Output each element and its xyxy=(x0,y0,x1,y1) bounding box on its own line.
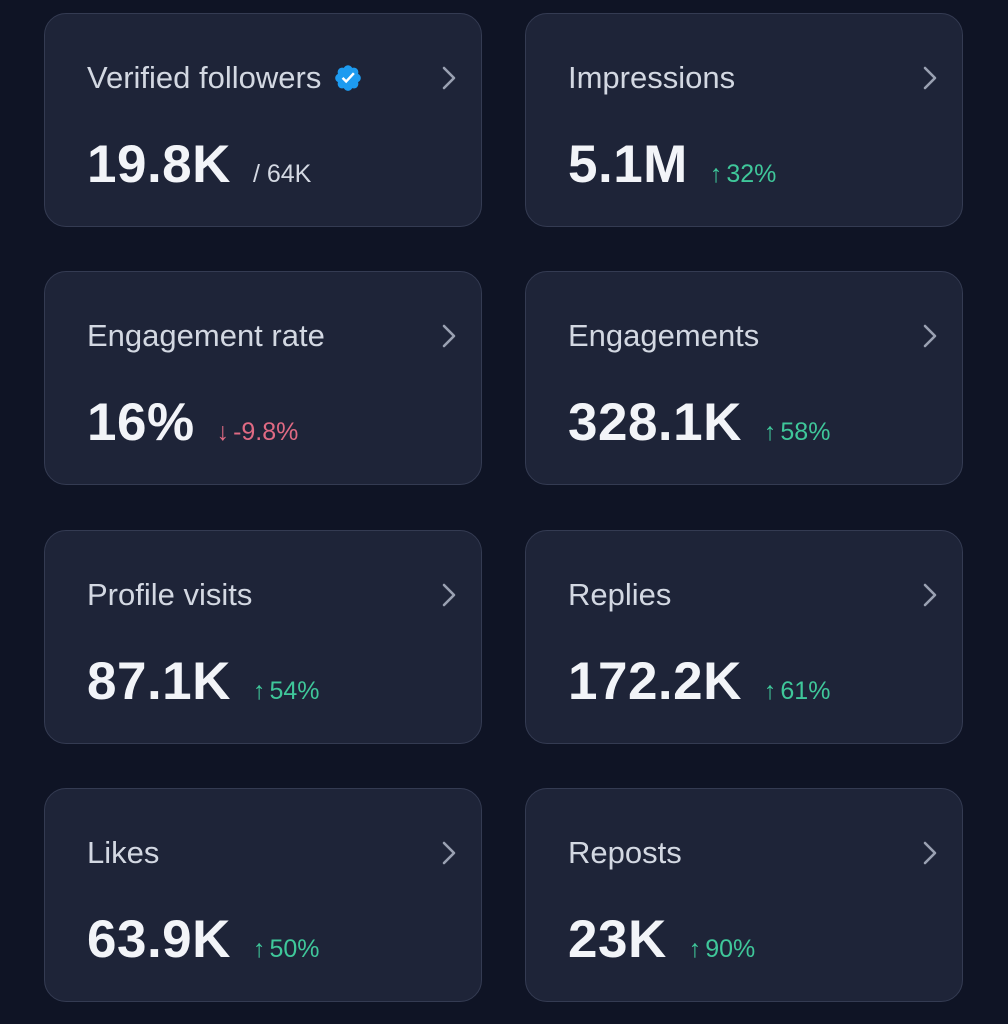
stat-card-engagement-rate[interactable]: Engagement rate 16% ↓ -9.8% xyxy=(44,271,482,485)
stat-value: 5.1M xyxy=(568,135,688,194)
stat-delta-value: 50% xyxy=(269,935,320,963)
card-value-row: 5.1M ↑ 32% xyxy=(568,132,776,198)
card-title: Verified followers xyxy=(87,60,322,95)
stat-delta: ↑ 50% xyxy=(253,935,320,964)
stat-value: 63.9K xyxy=(87,910,231,969)
stat-total: / 64K xyxy=(252,160,312,188)
chevron-right-icon[interactable] xyxy=(920,316,940,356)
chevron-right-icon[interactable] xyxy=(439,316,459,356)
stat-card-impressions[interactable]: Impressions 5.1M ↑ 32% xyxy=(525,13,963,227)
chevron-right-icon[interactable] xyxy=(439,575,459,615)
stat-delta: ↑ 58% xyxy=(764,418,831,447)
arrow-up-icon: ↑ xyxy=(252,935,266,963)
stat-delta-value: 32% xyxy=(726,160,777,188)
arrow-up-icon: ↑ xyxy=(688,935,702,963)
arrow-up-icon: ↑ xyxy=(763,418,777,446)
card-value-row: 63.9K ↑ 50% xyxy=(87,907,319,973)
stat-value: 23K xyxy=(568,910,667,969)
stat-delta: ↑ 32% xyxy=(710,160,777,189)
stat-delta-value: 61% xyxy=(780,677,831,705)
arrow-up-icon: ↑ xyxy=(763,677,777,705)
stat-delta-value: 58% xyxy=(780,418,831,446)
card-value-row: 19.8K / 64K xyxy=(87,132,311,198)
card-header: Reposts xyxy=(568,833,932,873)
arrow-down-icon: ↓ xyxy=(216,418,230,446)
chevron-right-icon[interactable] xyxy=(920,833,940,873)
arrow-up-icon: ↑ xyxy=(252,677,266,705)
stat-card-engagements[interactable]: Engagements 328.1K ↑ 58% xyxy=(525,271,963,485)
chevron-right-icon[interactable] xyxy=(920,58,940,98)
stat-value: 19.8K xyxy=(87,135,231,194)
card-title: Likes xyxy=(87,835,160,870)
verified-badge-icon xyxy=(333,63,363,93)
stat-card-likes[interactable]: Likes 63.9K ↑ 50% xyxy=(44,788,482,1002)
stat-value: 16% xyxy=(87,393,195,452)
stat-card-reposts[interactable]: Reposts 23K ↑ 90% xyxy=(525,788,963,1002)
chevron-right-icon[interactable] xyxy=(439,58,459,98)
card-header: Verified followers xyxy=(87,58,451,98)
card-value-row: 328.1K ↑ 58% xyxy=(568,390,830,456)
card-title: Impressions xyxy=(568,60,736,95)
card-header: Engagement rate xyxy=(87,316,451,356)
stat-delta: ↑ 61% xyxy=(764,677,831,706)
card-header: Impressions xyxy=(568,58,932,98)
card-title: Engagements xyxy=(568,318,760,353)
card-title: Reposts xyxy=(568,835,682,870)
card-value-row: 23K ↑ 90% xyxy=(568,907,755,973)
stat-value: 172.2K xyxy=(568,652,742,711)
card-value-row: 87.1K ↑ 54% xyxy=(87,649,319,715)
stat-delta: ↓ -9.8% xyxy=(217,418,299,447)
chevron-right-icon[interactable] xyxy=(920,575,940,615)
card-header: Replies xyxy=(568,575,932,615)
card-header: Engagements xyxy=(568,316,932,356)
card-value-row: 16% ↓ -9.8% xyxy=(87,390,298,456)
card-title: Engagement rate xyxy=(87,318,325,353)
arrow-up-icon: ↑ xyxy=(709,160,723,188)
stat-card-profile-visits[interactable]: Profile visits 87.1K ↑ 54% xyxy=(44,530,482,744)
analytics-stats-grid: Verified followers 19.8K / 64K Impressio… xyxy=(0,0,1008,1024)
card-header: Likes xyxy=(87,833,451,873)
stat-card-replies[interactable]: Replies 172.2K ↑ 61% xyxy=(525,530,963,744)
stat-delta-value: 90% xyxy=(705,935,756,963)
card-value-row: 172.2K ↑ 61% xyxy=(568,649,830,715)
chevron-right-icon[interactable] xyxy=(439,833,459,873)
stat-delta-value: 54% xyxy=(269,677,320,705)
card-header: Profile visits xyxy=(87,575,451,615)
stat-delta: ↑ 54% xyxy=(253,677,320,706)
stat-card-verified-followers[interactable]: Verified followers 19.8K / 64K xyxy=(44,13,482,227)
stat-delta: ↑ 90% xyxy=(689,935,756,964)
stat-delta-value: -9.8% xyxy=(233,418,299,446)
stat-value: 328.1K xyxy=(568,393,742,452)
card-title: Profile visits xyxy=(87,577,253,612)
card-title: Replies xyxy=(568,577,672,612)
stat-value: 87.1K xyxy=(87,652,231,711)
